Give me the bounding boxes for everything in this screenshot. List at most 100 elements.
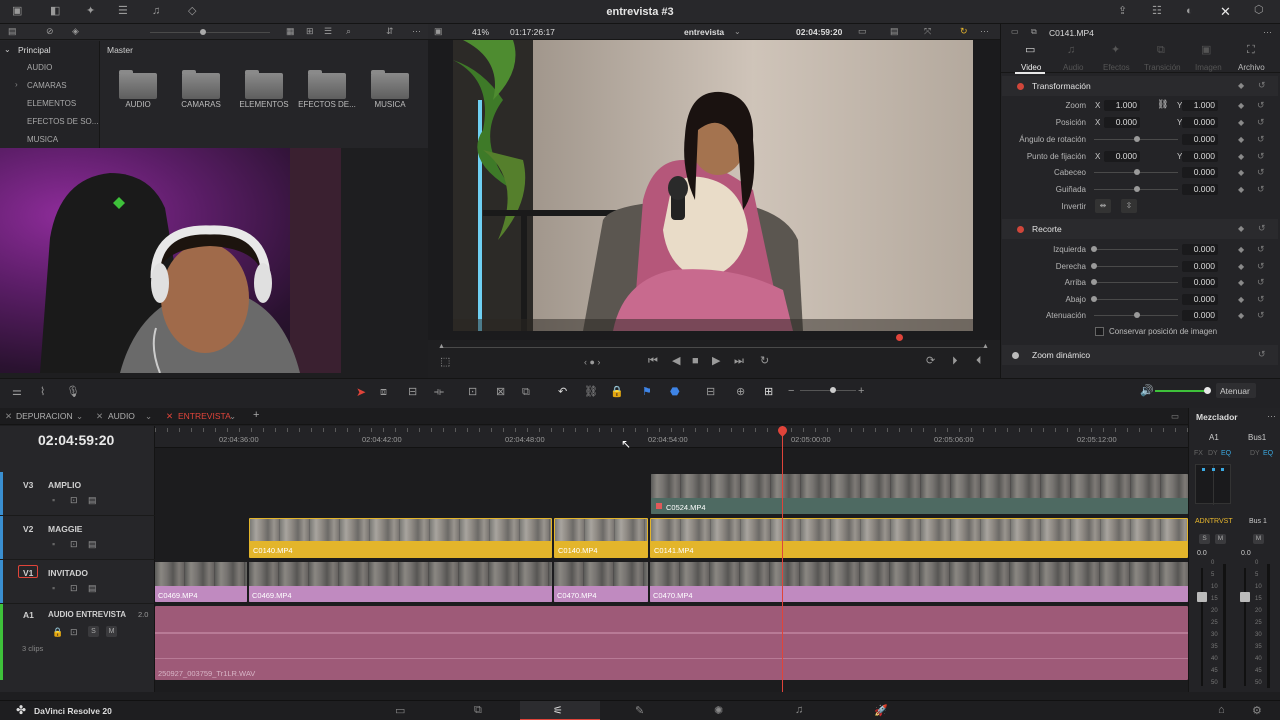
video-tab-icon[interactable]: ▭ bbox=[1025, 45, 1035, 56]
dynamic-zoom-section-header[interactable]: Zoom dinámico ↺ bbox=[1002, 345, 1278, 365]
reset-icon[interactable]: ↺ bbox=[1258, 80, 1266, 91]
speaker-icon[interactable]: 🔊 bbox=[1140, 386, 1154, 397]
timeline-ruler[interactable]: 02:04:36:00 02:04:42:00 02:04:48:00 02:0… bbox=[155, 426, 1188, 448]
track-enable-icon[interactable]: ▤ bbox=[88, 584, 97, 593]
crop-right-field[interactable]: 0.000 bbox=[1182, 261, 1218, 272]
crop-left-slider-handle[interactable] bbox=[1091, 246, 1097, 252]
transition-tab-icon[interactable]: ⧉ bbox=[1157, 45, 1165, 56]
chevron-down-icon[interactable]: ⌄ bbox=[76, 411, 83, 422]
eq-label[interactable]: EQ bbox=[1263, 450, 1273, 457]
crop-tool-icon[interactable]: ⬚ bbox=[440, 357, 450, 368]
zoom-level[interactable]: 41% bbox=[472, 27, 489, 37]
dynamic-zoom-toggle[interactable] bbox=[1012, 352, 1019, 359]
keyframe-icon[interactable]: ◆ bbox=[1238, 135, 1244, 144]
bin-principal[interactable]: Principal bbox=[18, 45, 51, 55]
crop-right-slider-handle[interactable] bbox=[1091, 263, 1097, 269]
marker-icon[interactable]: ⬣ bbox=[670, 387, 680, 398]
collapse-icon[interactable]: ⌄ bbox=[4, 45, 11, 54]
crop-bottom-slider-handle[interactable] bbox=[1091, 296, 1097, 302]
track-header-v3[interactable]: V3 AMPLIO ▪ ⊡ ▤ bbox=[0, 472, 155, 516]
track-enable-icon[interactable]: ▤ bbox=[88, 540, 97, 549]
thumbnail-view-icon[interactable]: ▦ bbox=[286, 27, 295, 36]
loop-playback-icon[interactable]: ↻ bbox=[760, 356, 769, 367]
retain-position-checkbox[interactable] bbox=[1095, 327, 1104, 336]
crop-bottom-field[interactable]: 0.000 bbox=[1182, 294, 1218, 305]
audio-clip[interactable]: 250927_003759_Tr1LR.WAV bbox=[155, 606, 1188, 680]
inspector-link-icon[interactable]: ⧉ bbox=[1031, 28, 1037, 36]
keyframe-icon[interactable]: ◆ bbox=[1238, 168, 1244, 177]
solo-button[interactable]: S bbox=[88, 626, 99, 637]
overlay-icon[interactable]: ▤ bbox=[890, 27, 899, 36]
audio-tab-icon[interactable]: ♫ bbox=[1067, 45, 1075, 56]
keyframe-icon[interactable]: ◆ bbox=[1238, 245, 1244, 254]
link-icon[interactable]: ⛓ bbox=[1157, 100, 1168, 109]
reset-icon[interactable]: ↺ bbox=[1257, 151, 1265, 162]
tab-audio[interactable]: AUDIO bbox=[108, 411, 135, 421]
timeline-clip[interactable]: C0470.MP4 bbox=[554, 562, 648, 602]
tab-file[interactable]: Archivo bbox=[1238, 63, 1265, 72]
list-view-icon[interactable]: ☰ bbox=[324, 27, 332, 36]
settings-icon[interactable]: ⚙ bbox=[1252, 704, 1262, 717]
timeline-view-options-icon[interactable]: ⚌ bbox=[12, 387, 22, 398]
scrubber-playhead[interactable] bbox=[896, 334, 903, 341]
options-icon[interactable]: ⋯ bbox=[980, 27, 989, 36]
pitch-field[interactable]: 0.000 bbox=[1182, 167, 1218, 178]
viewer-layout-icon[interactable]: ▣ bbox=[434, 27, 443, 36]
inspector-more-icon[interactable]: ⋯ bbox=[1263, 28, 1272, 37]
fader-track-bus1[interactable] bbox=[1244, 568, 1246, 686]
transform-section-header[interactable]: Transformación ◆ ↺ bbox=[1002, 76, 1278, 96]
folder-icon[interactable] bbox=[119, 70, 157, 99]
insert-clip-icon[interactable]: ⊡ bbox=[468, 387, 477, 398]
dim-button[interactable]: Atenuar bbox=[1216, 383, 1256, 398]
dynamic-trim-icon[interactable]: ⊟ bbox=[408, 387, 417, 398]
crop-right-slider[interactable] bbox=[1094, 266, 1178, 267]
fader-handle-bus1[interactable] bbox=[1240, 592, 1250, 602]
reset-icon[interactable]: ↺ bbox=[1257, 100, 1265, 111]
color-page-icon[interactable]: ✺ bbox=[714, 704, 723, 717]
timeline-clip[interactable]: C0470.MP4 bbox=[650, 562, 1188, 602]
mute-button[interactable]: M bbox=[106, 626, 117, 637]
keyframe-icon[interactable]: ◆ bbox=[1238, 152, 1244, 161]
auto-select-icon[interactable]: ⊡ bbox=[70, 540, 78, 549]
chevron-down-icon[interactable]: ⌄ bbox=[145, 411, 152, 422]
reset-icon[interactable]: ↺ bbox=[1258, 349, 1266, 360]
timeline-clip[interactable]: C0140.MP4 bbox=[249, 518, 552, 558]
trim-tool-icon[interactable]: ⧈ bbox=[380, 387, 387, 398]
voiceover-icon[interactable]: 🎙 bbox=[66, 387, 80, 398]
keyframe-icon[interactable]: ◆ bbox=[1238, 118, 1244, 127]
flag-icon[interactable]: ⚑ bbox=[642, 387, 652, 398]
replace-clip-icon[interactable]: ⧉ bbox=[522, 387, 530, 398]
bin-icon[interactable]: ⊘ bbox=[46, 27, 54, 36]
zoom-x-field[interactable]: 1.000 bbox=[1104, 100, 1140, 111]
reset-icon[interactable]: ↺ bbox=[1257, 184, 1265, 195]
panel-layout-icon[interactable]: ▤ bbox=[8, 27, 17, 36]
file-tab-icon[interactable]: ⛶ bbox=[1247, 45, 1255, 56]
position-x-field[interactable]: 0.000 bbox=[1104, 117, 1140, 128]
go-to-end-icon[interactable]: ⏭ bbox=[734, 356, 744, 367]
zoom-out-icon[interactable]: − bbox=[788, 386, 794, 397]
keyframe-icon[interactable]: ◆ bbox=[1238, 101, 1244, 110]
fairlight-page-icon[interactable]: ♫ bbox=[795, 704, 803, 716]
track-header-v2[interactable]: V2 MAGGIE ▪ ⊡ ▤ bbox=[0, 516, 155, 560]
softness-slider-handle[interactable] bbox=[1134, 312, 1140, 318]
bin-item-audio[interactable]: AUDIO bbox=[27, 63, 52, 72]
tab-depuracion[interactable]: DEPURACION bbox=[16, 411, 73, 421]
reset-icon[interactable]: ↺ bbox=[1258, 223, 1266, 234]
auto-select-icon[interactable]: ⊡ bbox=[70, 584, 78, 593]
timeline-clip[interactable]: C0140.MP4 bbox=[554, 518, 648, 558]
transform-overlay-icon[interactable]: ⤧ bbox=[924, 27, 931, 36]
reset-icon[interactable]: ↺ bbox=[1257, 277, 1265, 288]
grid-view-icon[interactable]: ⊞ bbox=[306, 27, 314, 36]
position-y-field[interactable]: 0.000 bbox=[1182, 117, 1218, 128]
add-timeline-icon[interactable]: + bbox=[253, 409, 259, 421]
flip-horizontal-icon[interactable]: ⇹ bbox=[1095, 199, 1111, 213]
crop-bottom-slider[interactable] bbox=[1094, 299, 1178, 300]
close-icon[interactable]: ✕ bbox=[166, 411, 173, 422]
track-enable-icon[interactable]: ▤ bbox=[88, 496, 97, 505]
rotation-slider-handle[interactable] bbox=[1134, 136, 1140, 142]
go-to-start-icon[interactable]: ⏮ bbox=[648, 356, 658, 367]
lock-icon[interactable]: ▪ bbox=[52, 584, 55, 593]
keyframe-icon[interactable]: ◆ bbox=[1238, 81, 1244, 90]
effects-tab-icon[interactable]: ✦ bbox=[1111, 45, 1120, 56]
audio-waveform-icon[interactable]: ⌇ bbox=[40, 387, 45, 398]
